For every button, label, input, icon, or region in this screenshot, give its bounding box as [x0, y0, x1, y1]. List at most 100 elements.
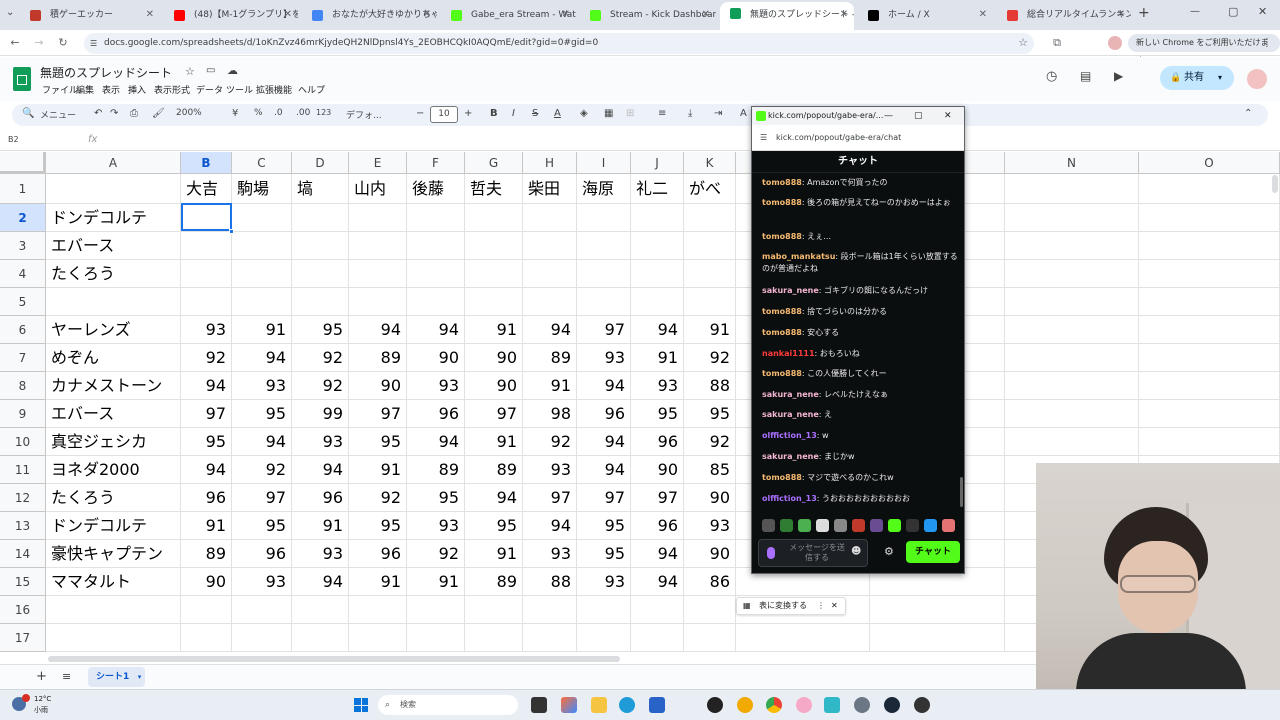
- grid-cell[interactable]: [292, 204, 349, 232]
- grid-cell[interactable]: 90: [465, 344, 523, 372]
- fill-handle[interactable]: [229, 229, 234, 234]
- grid-cell[interactable]: 90: [349, 372, 407, 400]
- grid-cell[interactable]: 96: [181, 484, 232, 512]
- grid-cell[interactable]: 94: [465, 484, 523, 512]
- grid-cell[interactable]: [684, 288, 736, 316]
- grid-cell[interactable]: 90: [684, 540, 736, 568]
- menu-item[interactable]: 表示形式: [154, 83, 190, 96]
- grid-cell[interactable]: [736, 624, 870, 652]
- grid-cell[interactable]: [870, 596, 1005, 624]
- fill-color-icon[interactable]: ◈: [580, 108, 588, 119]
- tab-close-icon[interactable]: ✕: [1117, 4, 1125, 26]
- copilot-icon[interactable]: [561, 697, 577, 713]
- tab-close-icon[interactable]: ✕: [702, 4, 710, 26]
- horizontal-align-icon[interactable]: ≡: [658, 108, 666, 119]
- star-icon[interactable]: ☆: [185, 65, 195, 78]
- column-header[interactable]: J: [631, 152, 684, 174]
- chat-username[interactable]: sakura_nene: [762, 410, 819, 419]
- grid-cell[interactable]: [292, 288, 349, 316]
- grid-cell[interactable]: 97: [465, 400, 523, 428]
- grid-cell[interactable]: [181, 232, 232, 260]
- grid-cell[interactable]: [1005, 400, 1139, 428]
- grid-cell[interactable]: 95: [577, 540, 631, 568]
- grid-cell[interactable]: たくろう: [46, 484, 181, 512]
- grid-cell[interactable]: [523, 596, 577, 624]
- site-info-icon[interactable]: ☰: [90, 33, 97, 54]
- grid-cell[interactable]: 89: [349, 344, 407, 372]
- grid-cell[interactable]: 92: [523, 428, 577, 456]
- grid-cell[interactable]: 95: [631, 400, 684, 428]
- task-view-icon[interactable]: [531, 697, 547, 713]
- share-dropdown-icon[interactable]: ▾: [1218, 66, 1222, 90]
- row-header[interactable]: 1: [0, 174, 46, 204]
- grid-cell[interactable]: [1139, 232, 1280, 260]
- row-header[interactable]: 16: [0, 596, 46, 624]
- grid-cell[interactable]: 91: [465, 316, 523, 344]
- grid-cell[interactable]: 豪快キャプテン: [46, 540, 181, 568]
- grid-cell[interactable]: [232, 204, 292, 232]
- grid-cell[interactable]: 95: [407, 484, 465, 512]
- grid-cell[interactable]: 98: [523, 400, 577, 428]
- meet-icon[interactable]: ▶: [1114, 69, 1123, 83]
- grid-cell[interactable]: 90: [465, 372, 523, 400]
- app-teal-icon[interactable]: [824, 697, 840, 713]
- grid-cell[interactable]: 89: [181, 540, 232, 568]
- grid-cell[interactable]: 94: [631, 568, 684, 596]
- chrome-icon[interactable]: [766, 697, 782, 713]
- grid-cell[interactable]: たくろう: [46, 260, 181, 288]
- new-tab-button[interactable]: +: [1138, 5, 1150, 21]
- grid-cell[interactable]: [349, 260, 407, 288]
- grid-cell[interactable]: 大吉: [181, 174, 232, 204]
- grid-cell[interactable]: 97: [523, 484, 577, 512]
- grid-cell[interactable]: [46, 174, 181, 204]
- grid-cell[interactable]: 91: [523, 372, 577, 400]
- grid-cell[interactable]: 91: [181, 512, 232, 540]
- grid-cell[interactable]: 94: [523, 512, 577, 540]
- grid-cell[interactable]: [407, 204, 465, 232]
- horizontal-scrollbar[interactable]: [48, 656, 620, 662]
- text-wrap-icon[interactable]: ⇥: [714, 108, 722, 119]
- grid-cell[interactable]: [465, 624, 523, 652]
- grid-cell[interactable]: [292, 624, 349, 652]
- grid-cell[interactable]: 94: [577, 456, 631, 484]
- number-format-button[interactable]: 123: [316, 108, 331, 117]
- grid-cell[interactable]: [349, 624, 407, 652]
- grid-cell[interactable]: 96: [577, 400, 631, 428]
- grid-cell[interactable]: 96: [292, 484, 349, 512]
- url-field[interactable]: ☰ docs.google.com/spreadsheets/d/1oKnZvz…: [84, 33, 1034, 54]
- browser-tab[interactable]: (48)【M-1グランプリ】を観な✕: [164, 4, 298, 26]
- percent-format-button[interactable]: %: [254, 108, 263, 118]
- move-folder-icon[interactable]: ▭: [206, 65, 215, 76]
- grid-cell[interactable]: 92: [684, 428, 736, 456]
- grid-cell[interactable]: [1139, 288, 1280, 316]
- browser-tab[interactable]: おなたが大好きゆかりちゃん✕: [302, 4, 437, 26]
- grid-cell[interactable]: 95: [181, 428, 232, 456]
- grid-cell[interactable]: 89: [465, 568, 523, 596]
- sheet-tab-dropdown-icon[interactable]: ▾: [138, 667, 142, 687]
- grid-cell[interactable]: [232, 232, 292, 260]
- grid-cell[interactable]: ヤーレンズ: [46, 316, 181, 344]
- grid-cell[interactable]: 91: [465, 540, 523, 568]
- grid-cell[interactable]: 97: [181, 400, 232, 428]
- row-header[interactable]: 9: [0, 400, 46, 428]
- grid-cell[interactable]: [349, 232, 407, 260]
- grid-cell[interactable]: [465, 232, 523, 260]
- chrome-menu-icon[interactable]: ⋮: [1260, 36, 1274, 49]
- grid-cell[interactable]: [577, 288, 631, 316]
- document-title[interactable]: 無題のスプレッドシート: [40, 64, 172, 81]
- weather-widget[interactable]: 12°C 小雨: [10, 693, 70, 717]
- menu-item[interactable]: データ: [196, 83, 223, 96]
- steam-icon[interactable]: [884, 697, 900, 713]
- grid-cell[interactable]: 92: [684, 344, 736, 372]
- grid-cell[interactable]: がべ: [684, 174, 736, 204]
- grid-cell[interactable]: [523, 260, 577, 288]
- grid-cell[interactable]: 86: [684, 568, 736, 596]
- grid-cell[interactable]: [407, 288, 465, 316]
- grid-cell[interactable]: 90: [684, 484, 736, 512]
- name-box[interactable]: B2: [8, 135, 19, 144]
- menu-item[interactable]: 挿入: [128, 83, 146, 96]
- select-all-corner[interactable]: [0, 152, 46, 174]
- chip-more-icon[interactable]: ⋮: [817, 598, 825, 614]
- emote-icon[interactable]: [888, 519, 901, 532]
- grid-cell[interactable]: 91: [232, 316, 292, 344]
